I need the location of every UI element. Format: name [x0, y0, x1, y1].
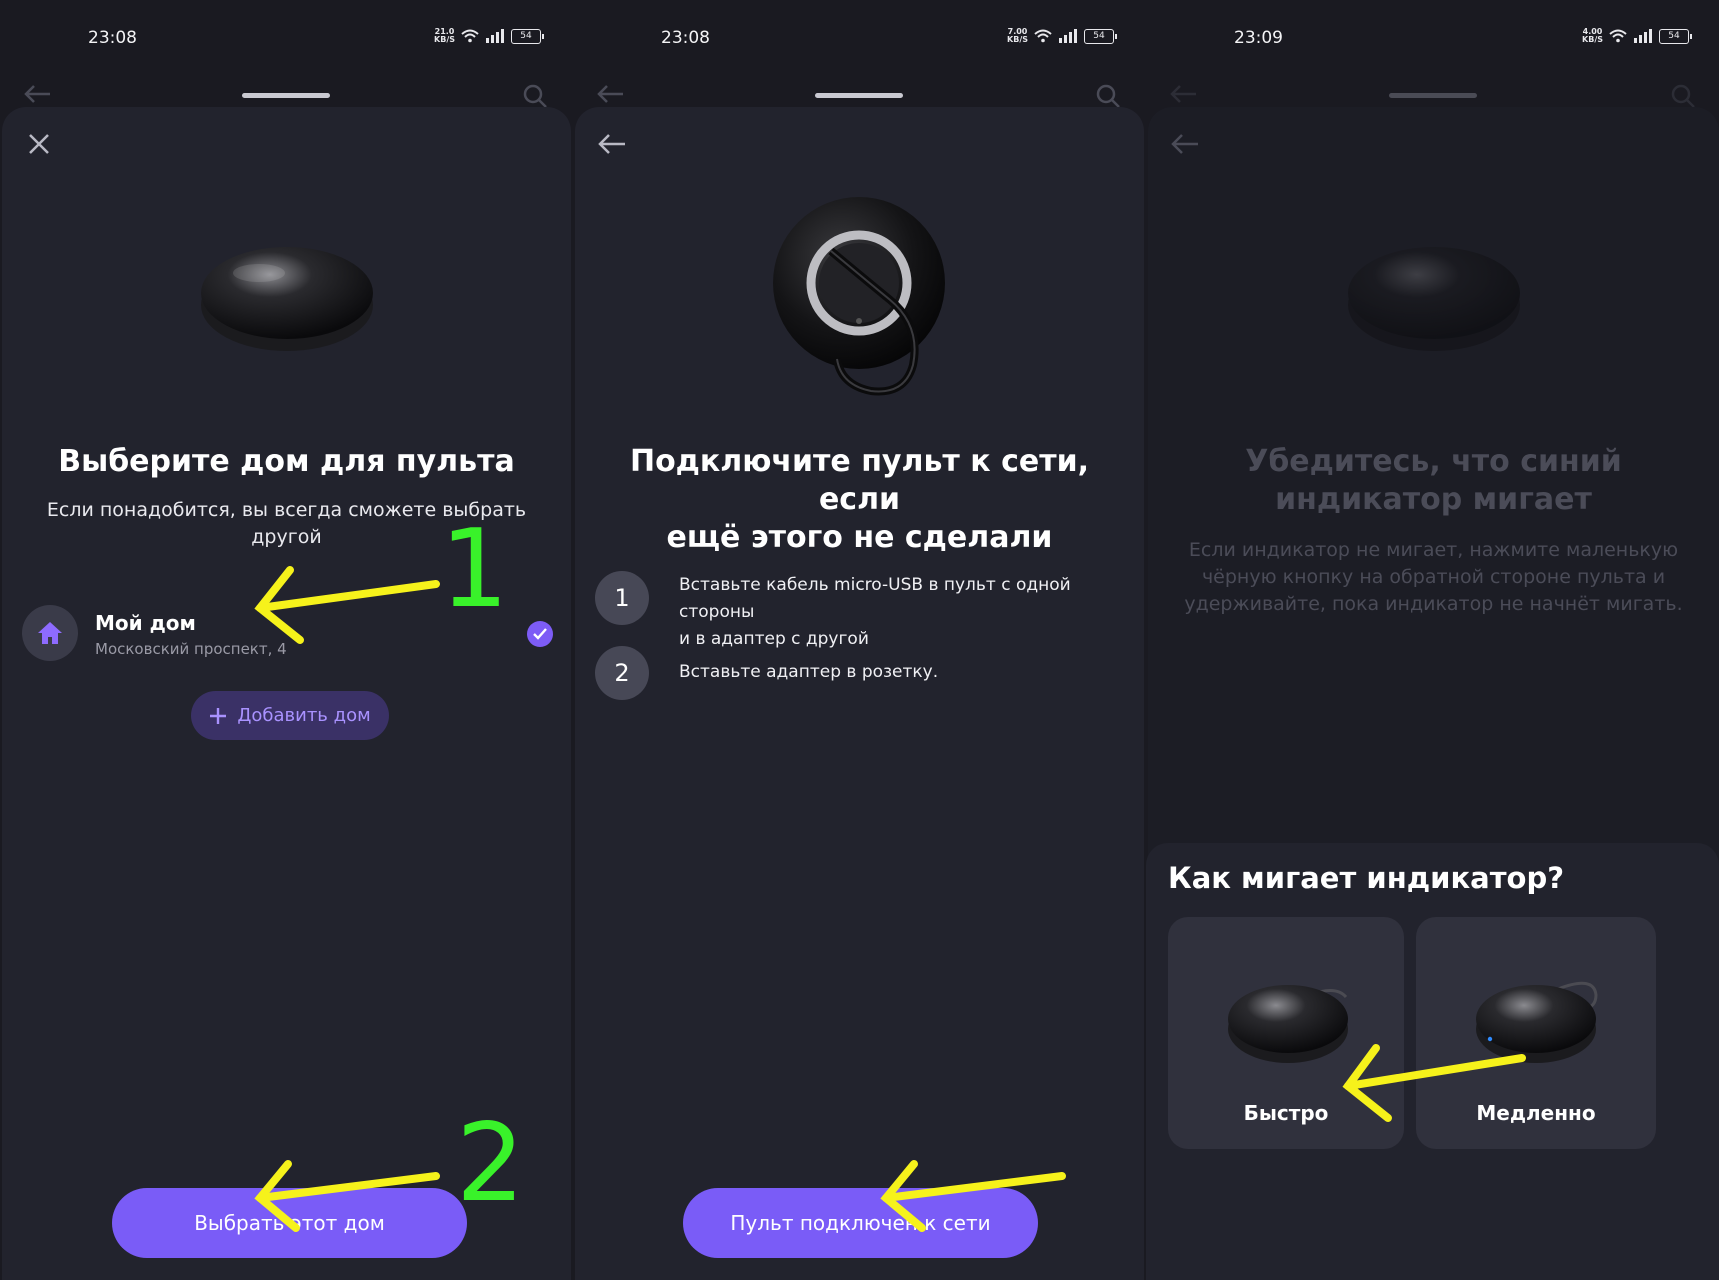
- page-subtitle-line3: удерживайте, пока индикатор не начнёт ми…: [1184, 593, 1683, 615]
- plus-icon: [210, 707, 227, 724]
- network-speed-unit: KB/S: [1582, 35, 1603, 44]
- background-back-arrow-icon: [597, 85, 623, 103]
- battery-icon: 54: [1084, 28, 1117, 44]
- page-title: Подключите пульт к сети, если ещё этого …: [595, 443, 1124, 557]
- background-search-icon: [1671, 84, 1695, 108]
- select-home-label: Выбрать этот дом: [194, 1211, 385, 1235]
- annotation-number-1: 1: [440, 507, 509, 632]
- remote-connected-button[interactable]: Пульт подключен к сети: [683, 1188, 1038, 1258]
- add-home-button[interactable]: Добавить дом: [191, 691, 389, 740]
- battery-icon: 54: [1659, 28, 1692, 44]
- option-fast-label: Быстро: [1243, 1101, 1329, 1125]
- network-speed: 7.00 KB/S: [1007, 28, 1028, 44]
- page-title: Выберите дом для пульта: [58, 444, 515, 479]
- status-icons: 4.00 KB/S 54: [1582, 28, 1692, 44]
- blink-speed-sheet: Как мигает индикатор? Быстро Медленно: [1146, 843, 1719, 1280]
- network-speed-unit: KB/S: [434, 35, 455, 44]
- wifi-icon: [1034, 29, 1052, 43]
- background-back-arrow-icon: [24, 85, 50, 103]
- home-address: Московский проспект, 4: [95, 640, 287, 658]
- network-speed: 21.0 KB/S: [434, 28, 455, 44]
- option-fast-card[interactable]: Быстро: [1168, 917, 1404, 1149]
- page-subtitle-line2: чёрную кнопку на обратной стороне пульта…: [1201, 566, 1666, 588]
- step-text-line2: и в адаптер с другой: [679, 629, 869, 649]
- bottom-sheet: Подключите пульт к сети, если ещё этого …: [575, 107, 1144, 1280]
- drag-handle[interactable]: [1388, 93, 1477, 98]
- page-title-line1: Убедитесь, что синий: [1245, 444, 1622, 479]
- slow-blink-remote-image: [1476, 981, 1598, 1063]
- background-app-bar: [573, 80, 1144, 110]
- back-arrow-icon[interactable]: [597, 129, 627, 159]
- close-icon[interactable]: [24, 129, 54, 159]
- background-search-icon: [523, 84, 547, 108]
- panel-select-home: 23:08 21.0 KB/S 54 Выберите дом для пуль…: [0, 0, 571, 1280]
- status-time: 23:08: [661, 28, 710, 48]
- step-number: 2: [595, 646, 649, 700]
- page-subtitle-line1: Если индикатор не мигает, нажмите малень…: [1188, 539, 1679, 561]
- background-app-bar: [0, 80, 571, 110]
- checkmark-icon: [533, 628, 547, 640]
- house-icon: [38, 622, 62, 644]
- page-title-line1: Подключите пульт к сети, если: [629, 444, 1090, 517]
- page-title-line2: ещё этого не сделали: [666, 520, 1053, 555]
- signal-icon: [1059, 29, 1077, 43]
- signal-icon: [1634, 29, 1652, 43]
- panel-indicator-check: 23:09 4.00 KB/S 54 Убедитесь, что синий …: [1146, 0, 1719, 1280]
- blink-speed-title: Как мигает индикатор?: [1168, 861, 1565, 895]
- drag-handle[interactable]: [241, 93, 330, 98]
- remote-connected-label: Пульт подключен к сети: [730, 1211, 991, 1235]
- option-slow-label: Медленно: [1476, 1101, 1596, 1125]
- fast-blink-remote-image: [1228, 985, 1348, 1063]
- status-icons: 21.0 KB/S 54: [434, 28, 544, 44]
- remote-puck-image: [1347, 247, 1520, 351]
- step-text: Вставьте кабель micro-USB в пульт с одно…: [679, 572, 1130, 653]
- add-home-label: Добавить дом: [237, 705, 371, 726]
- remote-back-with-cable-image: [773, 197, 945, 396]
- drag-handle[interactable]: [814, 93, 903, 98]
- page-title: Убедитесь, что синий индикатор мигает: [1168, 443, 1699, 519]
- status-time: 23:09: [1234, 28, 1283, 48]
- wifi-icon: [1609, 29, 1627, 43]
- step-text-line1: Вставьте кабель micro-USB в пульт с одно…: [679, 575, 1071, 622]
- remote-puck-image: [200, 247, 373, 351]
- background-search-icon: [1096, 84, 1120, 108]
- select-home-button[interactable]: Выбрать этот дом: [112, 1188, 467, 1258]
- back-arrow-icon[interactable]: [1170, 129, 1200, 159]
- screenshot-collage: 23:08 21.0 KB/S 54 Выберите дом для пуль…: [0, 0, 1719, 1280]
- status-bar: 23:09 4.00 KB/S 54: [1146, 0, 1719, 80]
- page-subtitle: Если индикатор не мигает, нажмите малень…: [1168, 537, 1699, 618]
- background-back-arrow-icon: [1170, 85, 1196, 103]
- home-name: Мой дом: [95, 611, 196, 635]
- page-title-line2: индикатор мигает: [1275, 482, 1592, 517]
- background-app-bar: [1146, 80, 1719, 110]
- option-slow-card[interactable]: Медленно: [1416, 917, 1656, 1149]
- signal-icon: [486, 29, 504, 43]
- annotation-number-2: 2: [456, 1101, 525, 1226]
- step-text-line1: Вставьте адаптер в розетку.: [679, 662, 939, 682]
- network-speed: 4.00 KB/S: [1582, 28, 1603, 44]
- panel-connect-remote: 23:08 7.00 KB/S 54 Подключите пульт к се…: [573, 0, 1144, 1280]
- home-avatar: [22, 605, 78, 661]
- status-bar: 23:08 7.00 KB/S 54: [573, 0, 1144, 80]
- status-time: 23:08: [88, 28, 137, 48]
- step-text: Вставьте адаптер в розетку.: [679, 659, 938, 686]
- status-icons: 7.00 KB/S 54: [1007, 28, 1117, 44]
- status-bar: 23:08 21.0 KB/S 54: [0, 0, 571, 80]
- network-speed-unit: KB/S: [1007, 35, 1028, 44]
- step-number: 1: [595, 571, 649, 625]
- battery-icon: 54: [511, 28, 544, 44]
- selected-check-icon[interactable]: [527, 621, 553, 647]
- wifi-icon: [461, 29, 479, 43]
